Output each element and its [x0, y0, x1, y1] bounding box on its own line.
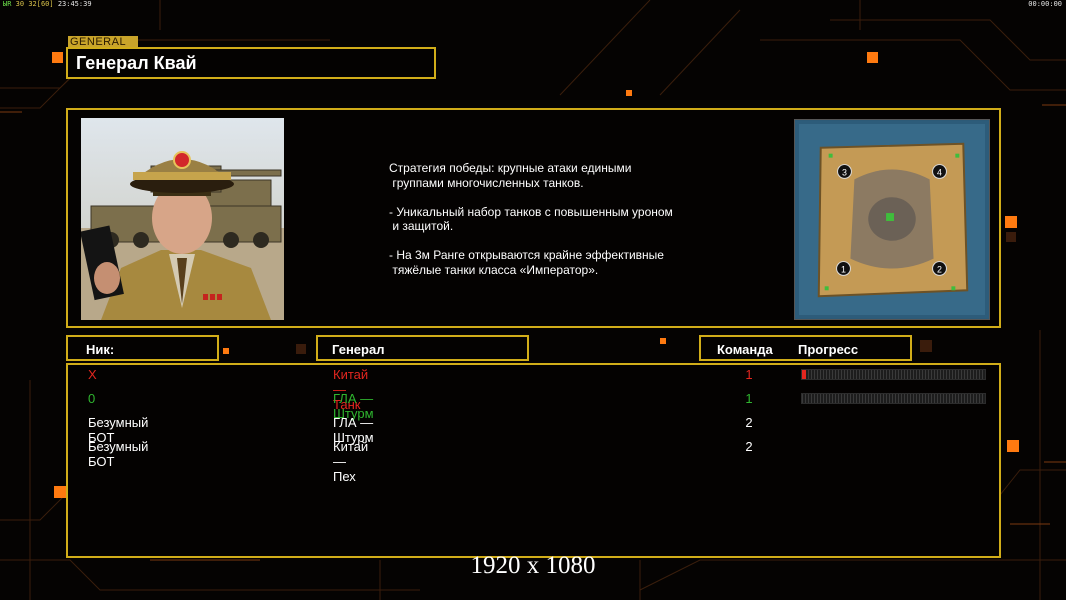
general-name: Генерал Квай: [76, 53, 197, 73]
hud-clock: 23:45:39: [57, 0, 92, 8]
game-timer: 00:00:00: [1028, 0, 1062, 8]
player-nick: Безумный БОТ: [88, 439, 149, 469]
player-team: 2: [745, 439, 753, 454]
header-general-label: Генерал: [332, 342, 385, 357]
header-nick-label: Ник:: [86, 342, 115, 357]
general-portrait: [81, 118, 284, 320]
fps-timer-readout: ЫR 30 32[60] 23:45:39: [3, 0, 92, 8]
hud-value-a: 30: [15, 0, 25, 8]
spawn-marker-3: 3: [837, 164, 852, 179]
resolution-label: 1920 x 1080: [470, 552, 596, 579]
player-team: 1: [745, 391, 753, 406]
spawn-marker-1: 1: [836, 261, 851, 276]
hud-prefix: ЫR: [3, 0, 12, 8]
spawn-marker-4: 4: [932, 164, 947, 179]
general-title-box: Генерал Квай: [66, 47, 436, 79]
players-panel: X Китай — Танк 1 0 ГЛА — Штурм 1 Безумны…: [66, 363, 1001, 558]
header-team-label: Команда: [717, 342, 773, 357]
player-team: 2: [745, 415, 753, 430]
svg-text:4: 4: [937, 167, 942, 177]
player-progress-bar: [801, 369, 986, 380]
header-general: Генерал: [316, 335, 529, 361]
hud-value-c: [60]: [36, 0, 54, 8]
player-team: 1: [745, 367, 753, 382]
svg-text:3: 3: [842, 167, 847, 177]
spawn-marker-2: 2: [932, 261, 947, 276]
player-general: Китай — Пех: [333, 439, 369, 484]
svg-text:2: 2: [937, 264, 942, 274]
player-progress-bar: [801, 393, 986, 404]
strategy-description: Стратегия победы: крупные атаки едиными …: [389, 161, 673, 277]
svg-text:1: 1: [841, 264, 846, 274]
player-nick: X: [88, 367, 97, 382]
map-preview: 3 4 1 2: [794, 119, 990, 320]
player-progress-fill: [802, 370, 806, 379]
header-progress-label: Прогресс: [798, 342, 859, 357]
hud-value-b: 32: [28, 0, 37, 8]
header-nick: Ник:: [66, 335, 219, 361]
header-team-progress: Команда Прогресс: [699, 335, 912, 361]
player-nick: 0: [88, 391, 96, 406]
